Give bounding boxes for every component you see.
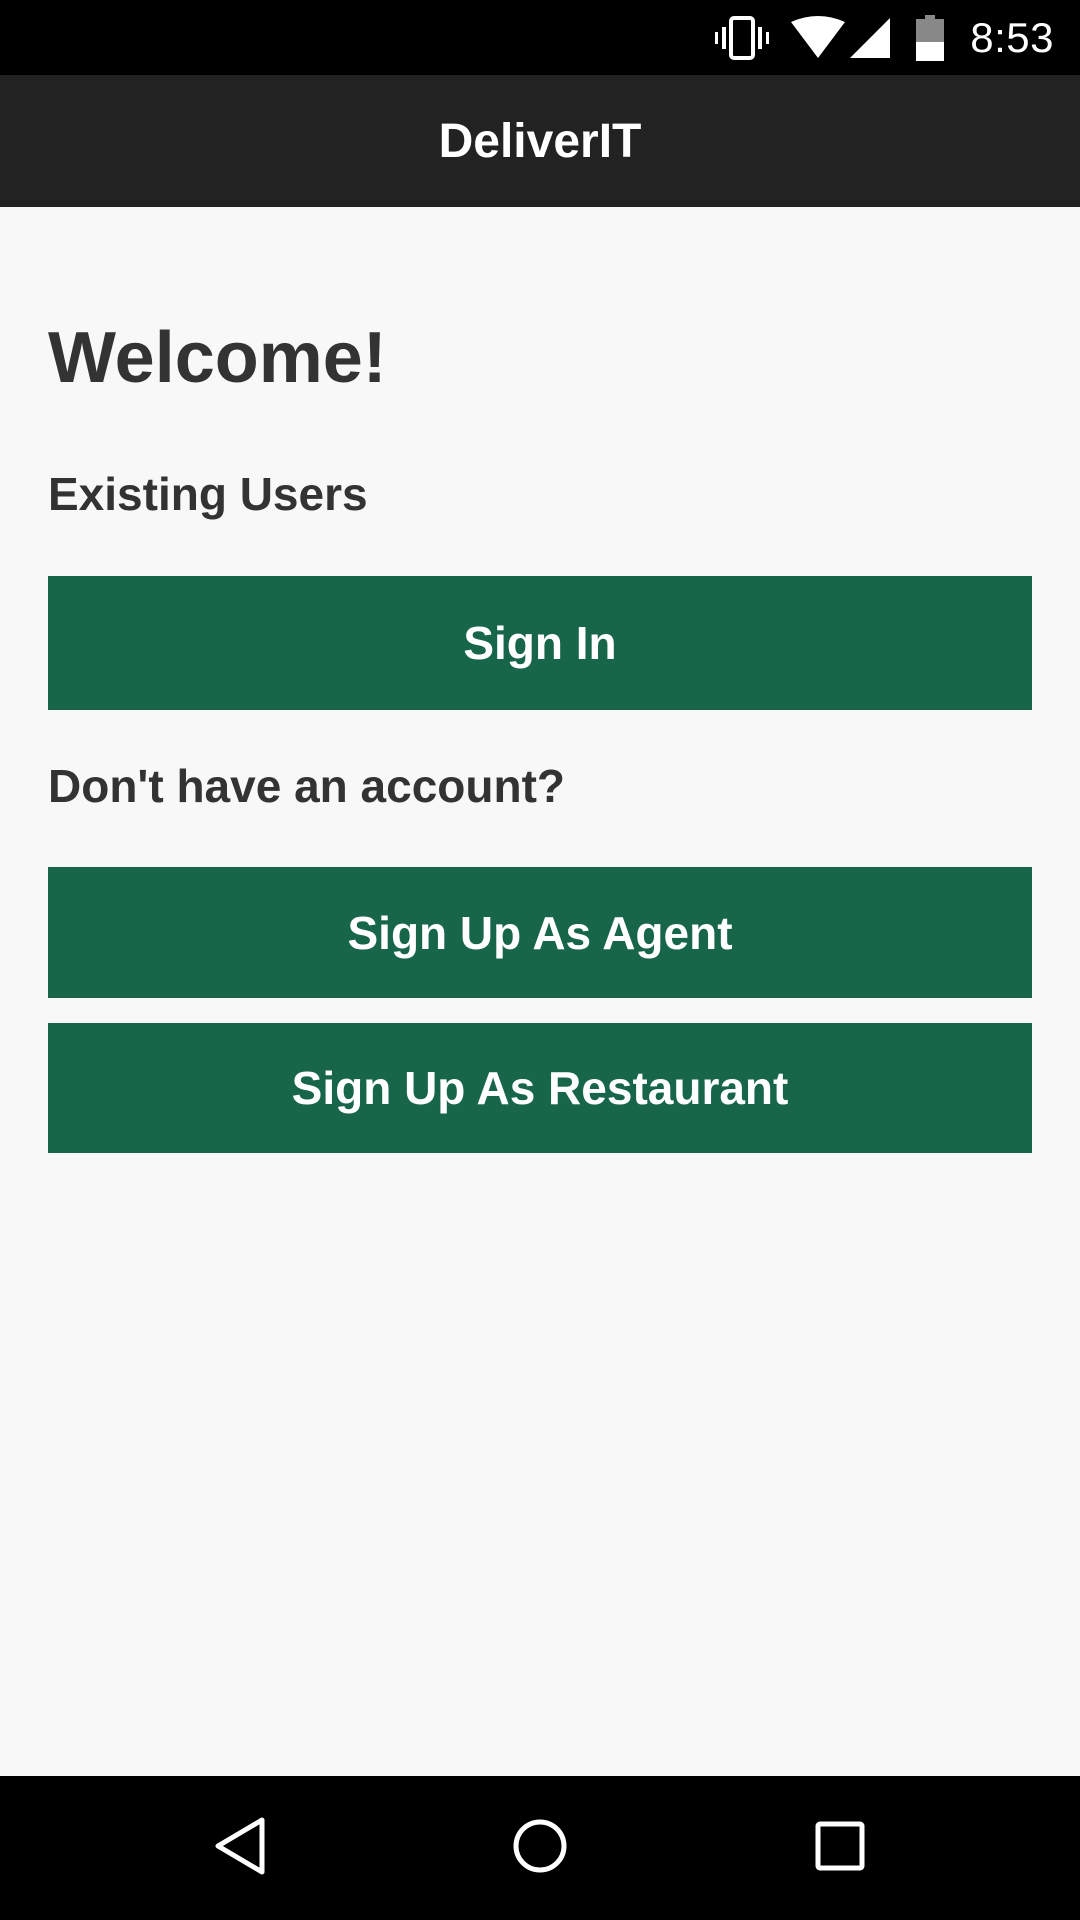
app-bar: DeliverIT	[0, 75, 1080, 207]
sign-in-button[interactable]: Sign In	[48, 576, 1032, 710]
vibrate-icon	[714, 15, 770, 60]
recents-icon	[814, 1820, 866, 1877]
back-button[interactable]	[168, 1776, 312, 1920]
navigation-bar	[0, 1776, 1080, 1920]
sign-up-restaurant-button[interactable]: Sign Up As Restaurant	[48, 1023, 1032, 1153]
signal-icon	[848, 16, 892, 60]
existing-users-label: Existing Users	[48, 468, 368, 520]
status-time: 8:53	[970, 13, 1054, 61]
sign-up-agent-button[interactable]: Sign Up As Agent	[48, 867, 1032, 998]
app-title: DeliverIT	[438, 114, 642, 168]
back-icon	[212, 1816, 268, 1881]
battery-icon	[916, 14, 945, 61]
recents-button[interactable]	[768, 1776, 912, 1920]
status-bar: 8:53	[0, 0, 1080, 75]
welcome-heading: Welcome!	[48, 318, 387, 398]
home-icon	[512, 1818, 568, 1879]
no-account-label: Don't have an account?	[48, 760, 566, 812]
wifi-icon	[790, 15, 846, 60]
screen: 8:53 DeliverIT Welcome! Existing Users S…	[0, 0, 1080, 1920]
home-button[interactable]	[468, 1776, 612, 1920]
